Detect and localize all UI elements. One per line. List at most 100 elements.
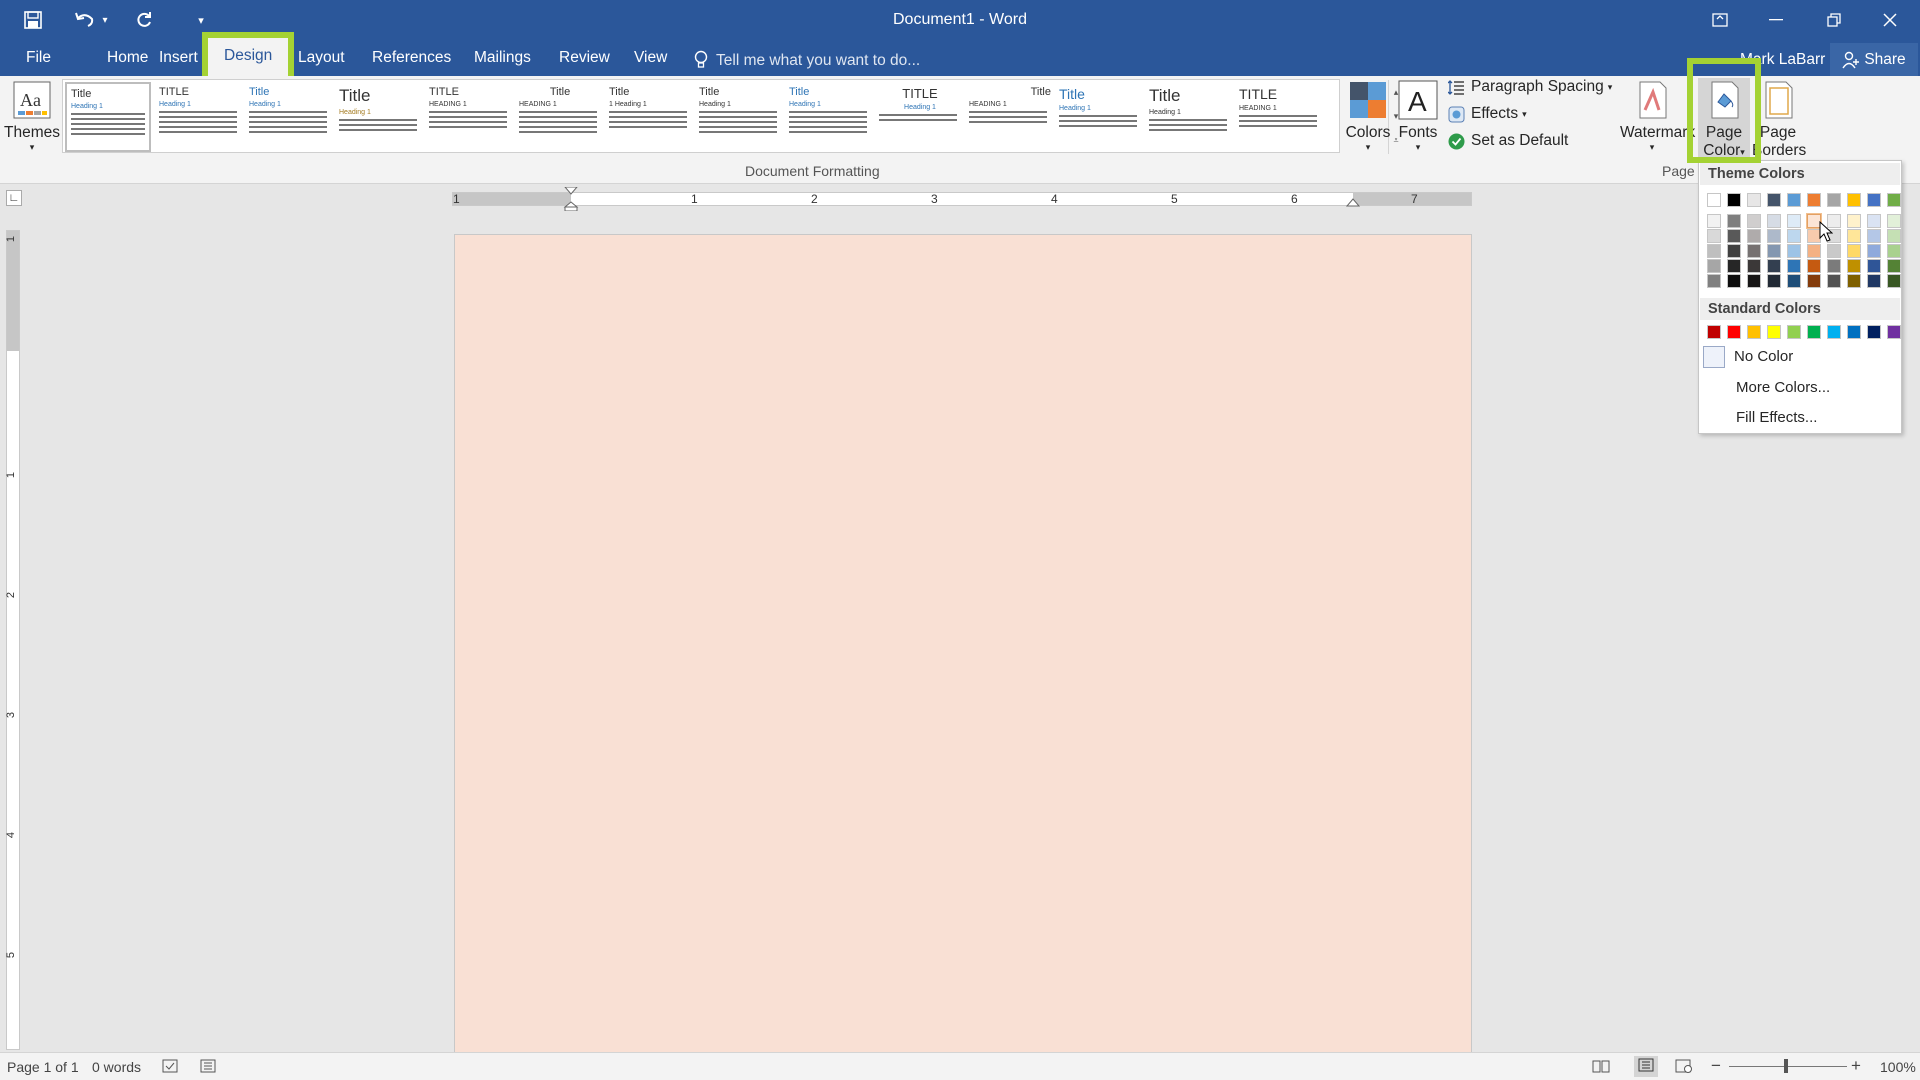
theme-color-swatch[interactable] <box>1847 244 1861 258</box>
standard-color-swatch[interactable] <box>1767 325 1781 339</box>
theme-color-swatch[interactable] <box>1747 214 1761 228</box>
theme-color-swatch[interactable] <box>1747 229 1761 243</box>
theme-color-swatch[interactable] <box>1787 274 1801 288</box>
page-count[interactable]: Page 1 of 1 <box>7 1059 79 1075</box>
theme-color-swatch[interactable] <box>1887 229 1901 243</box>
theme-color-swatch[interactable] <box>1787 193 1801 207</box>
theme-color-swatch[interactable] <box>1887 244 1901 258</box>
restore-icon[interactable] <box>1806 0 1862 40</box>
theme-color-swatch[interactable] <box>1827 193 1841 207</box>
tab-file[interactable]: File <box>16 46 61 76</box>
style-set-item[interactable]: Title Heading 1 <box>695 82 781 152</box>
macro-record-icon[interactable] <box>200 1059 216 1076</box>
colors-button[interactable]: Colors ▾ <box>1344 78 1392 153</box>
theme-color-swatch[interactable] <box>1767 274 1781 288</box>
style-set-item[interactable]: Title Heading 1 <box>65 82 151 152</box>
read-mode-icon[interactable] <box>1592 1059 1610 1076</box>
theme-color-swatch[interactable] <box>1707 274 1721 288</box>
theme-color-swatch[interactable] <box>1727 193 1741 207</box>
style-set-item[interactable]: Title 1 Heading 1 <box>605 82 691 152</box>
tab-references[interactable]: References <box>362 46 461 76</box>
theme-color-swatch[interactable] <box>1847 214 1861 228</box>
theme-color-swatch[interactable] <box>1847 259 1861 273</box>
style-set-item[interactable]: TITLE HEADING 1 <box>1235 82 1321 152</box>
standard-color-swatch[interactable] <box>1807 325 1821 339</box>
zoom-in-icon[interactable]: + <box>1851 1056 1861 1076</box>
theme-color-swatch[interactable] <box>1727 259 1741 273</box>
theme-color-swatch[interactable] <box>1847 193 1861 207</box>
theme-color-swatch[interactable] <box>1867 214 1881 228</box>
standard-color-swatch[interactable] <box>1867 325 1881 339</box>
style-set-item[interactable]: Title Heading 1 <box>1055 82 1141 152</box>
effects-button[interactable]: Effects ▾ <box>1448 105 1527 123</box>
style-set-item[interactable]: Title Heading 1 <box>785 82 871 152</box>
theme-color-swatch[interactable] <box>1887 214 1901 228</box>
indent-marker-icon[interactable] <box>563 187 579 211</box>
theme-color-swatch[interactable] <box>1727 214 1741 228</box>
no-color-option[interactable]: No Color <box>1700 343 1900 371</box>
more-colors-option[interactable]: More Colors... <box>1700 374 1900 402</box>
theme-color-swatch[interactable] <box>1727 274 1741 288</box>
style-set-item[interactable]: Title Heading 1 <box>245 82 331 152</box>
horizontal-ruler[interactable]: 1 1 2 3 4 5 6 7 <box>452 187 1472 211</box>
standard-color-swatch[interactable] <box>1847 325 1861 339</box>
theme-color-swatch[interactable] <box>1807 193 1821 207</box>
theme-color-swatch[interactable] <box>1727 229 1741 243</box>
theme-color-swatch[interactable] <box>1787 259 1801 273</box>
document-page[interactable] <box>454 234 1472 1054</box>
style-set-item[interactable]: Title Heading 1 <box>1145 82 1231 152</box>
style-set-item[interactable]: TITLE HEADING 1 <box>425 82 511 152</box>
theme-color-swatch[interactable] <box>1827 244 1841 258</box>
theme-color-swatch[interactable] <box>1787 214 1801 228</box>
minimize-icon[interactable] <box>1748 0 1804 40</box>
right-indent-marker-icon[interactable] <box>1345 198 1361 208</box>
tab-design[interactable]: Design <box>202 32 295 82</box>
standard-color-swatch[interactable] <box>1887 325 1901 339</box>
theme-color-swatch[interactable] <box>1867 229 1881 243</box>
style-set-item[interactable]: TITLE Heading 1 <box>875 82 961 152</box>
zoom-slider-thumb[interactable] <box>1784 1059 1788 1073</box>
theme-color-swatch[interactable] <box>1707 259 1721 273</box>
tab-mailings[interactable]: Mailings <box>464 46 541 76</box>
theme-color-swatch[interactable] <box>1767 244 1781 258</box>
word-count[interactable]: 0 words <box>92 1059 141 1075</box>
theme-color-swatch[interactable] <box>1887 259 1901 273</box>
theme-color-swatch[interactable] <box>1767 259 1781 273</box>
theme-color-swatch[interactable] <box>1847 229 1861 243</box>
fill-effects-option[interactable]: Fill Effects... <box>1700 404 1900 432</box>
close-icon[interactable] <box>1862 0 1918 40</box>
theme-color-swatch[interactable] <box>1747 244 1761 258</box>
tab-selector-icon[interactable]: ∟ <box>6 190 22 206</box>
themes-button[interactable]: Aa Themes ▾ <box>4 78 60 153</box>
theme-color-swatch[interactable] <box>1707 193 1721 207</box>
theme-color-swatch[interactable] <box>1787 229 1801 243</box>
theme-color-swatch[interactable] <box>1867 259 1881 273</box>
theme-color-swatch[interactable] <box>1867 274 1881 288</box>
theme-color-swatch[interactable] <box>1867 193 1881 207</box>
standard-color-swatch[interactable] <box>1707 325 1721 339</box>
theme-color-swatch[interactable] <box>1847 274 1861 288</box>
paragraph-spacing-button[interactable]: Paragraph Spacing ▾ <box>1447 78 1612 96</box>
share-button[interactable]: Share <box>1830 43 1918 76</box>
theme-color-swatch[interactable] <box>1767 229 1781 243</box>
watermark-button[interactable]: Watermark ▾ <box>1620 78 1695 153</box>
standard-color-swatch[interactable] <box>1787 325 1801 339</box>
tell-me-search[interactable]: Tell me what you want to do... <box>716 52 920 70</box>
theme-color-swatch[interactable] <box>1727 244 1741 258</box>
proofing-icon[interactable] <box>162 1059 178 1076</box>
zoom-level[interactable]: 100% <box>1880 1059 1916 1075</box>
zoom-out-icon[interactable]: − <box>1711 1056 1721 1076</box>
theme-color-swatch[interactable] <box>1887 274 1901 288</box>
theme-color-swatch[interactable] <box>1827 259 1841 273</box>
theme-color-swatch[interactable] <box>1807 244 1821 258</box>
theme-color-swatch[interactable] <box>1707 229 1721 243</box>
tab-review[interactable]: Review <box>549 46 620 76</box>
zoom-slider[interactable] <box>1729 1066 1847 1067</box>
theme-color-swatch[interactable] <box>1827 274 1841 288</box>
web-layout-icon[interactable] <box>1675 1059 1693 1076</box>
theme-color-swatch[interactable] <box>1807 274 1821 288</box>
style-set-item[interactable]: Title HEADING 1 <box>515 82 601 152</box>
theme-color-swatch[interactable] <box>1767 214 1781 228</box>
theme-color-swatch[interactable] <box>1747 193 1761 207</box>
fonts-button[interactable]: A Fonts ▾ <box>1394 78 1442 153</box>
